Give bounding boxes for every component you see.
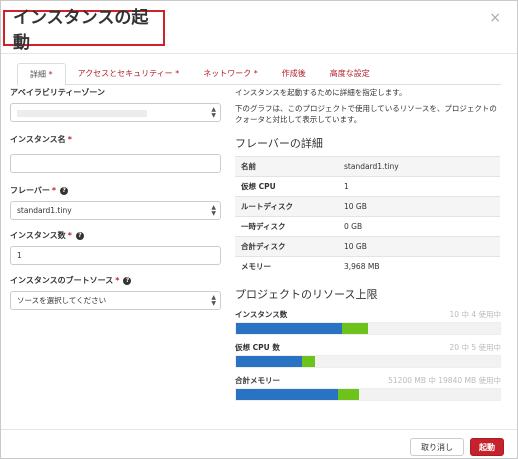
flavor-row-value: 10 GB [338,236,500,257]
flavor-row-key: 仮想 CPU [235,176,338,197]
flavor-select[interactable]: standard1.tiny ▲ ▼ [10,201,221,220]
tab-post-creation[interactable]: 作成後 [270,63,318,85]
dialog-title: インスタンスの起動 [13,8,149,53]
instance-name-input[interactable] [10,154,221,173]
limit-bar-used [236,322,342,334]
flavor-row: 名前 standard1.tiny [235,156,500,177]
limit-usage-text: 20 中 5 使用中 [449,342,501,352]
flavor-row-value: standard1.tiny [338,156,500,177]
instance-count-label: インスタンス数 *? [10,230,222,241]
limit-label: 仮想 CPU 数 [235,342,280,352]
project-limits: インスタンス数 10 中 4 使用中仮想 CPU 数 20 中 5 使用中合計メモリ… [235,309,501,401]
redacted-value [17,110,147,117]
launch-instance-dialog: インスタンスの起動 × 詳細 * アクセスとセキュリティー * ネットワーク *… [0,0,518,459]
header-divider [1,53,517,54]
availability-zone-select[interactable]: ▲ ▼ [10,103,221,122]
tab-access-security[interactable]: アクセスとセキュリティー * [66,63,192,85]
select-arrows-icon: ▲ ▼ [211,106,216,119]
limit-bar [235,321,501,335]
limit-bar-added [338,388,359,400]
flavor-details-table: 名前 standard1.tiny 仮想 CPU 1 ルートディスク 10 GB 一時ディス… [235,156,500,277]
limit-bar [235,387,501,401]
instance-count-input[interactable]: 1 [10,246,221,265]
help-icon[interactable]: ? [75,231,84,240]
details-form: アベイラビリティーゾーン ▲ ▼ インスタンス名 * フレーバー *? standar… [10,87,222,310]
limit-bar-used [236,388,339,400]
tab-bar: 詳細 * アクセスとセキュリティー * ネットワーク * 作成後 高度な設定 [17,63,501,86]
flavor-row-key: 合計ディスク [235,236,338,257]
dialog-title-box: インスタンスの起動 [3,8,165,53]
limit-usage-text: 10 中 4 使用中 [449,309,501,319]
tab-advanced[interactable]: 高度な設定 [318,63,382,85]
info-graph-description: 下のグラフは、このプロジェクトで使用しているリソースを、プロジェクトのクォータと… [235,104,497,124]
tab-details[interactable]: 詳細 * [17,63,66,86]
launch-button[interactable]: 起動 [470,438,504,456]
flavor-row: 一時ディスク 0 GB [235,216,500,237]
limit-bar-added [341,322,368,334]
flavor-row: ルートディスク 10 GB [235,196,500,217]
close-icon[interactable]: × [489,10,501,26]
help-icon[interactable]: ? [60,186,69,195]
limit-bar-added [302,355,316,367]
limit-label: インスタンス数 [235,309,288,319]
flavor-row-value: 1 [338,176,500,197]
flavor-row: メモリー 3,968 MB [235,256,500,277]
boot-source-label: インスタンスのブートソース *? [10,275,222,286]
limit-bar-used [236,355,302,367]
flavor-details-heading: フレーバーの詳細 [235,137,323,150]
tab-network[interactable]: ネットワーク * [191,63,270,85]
limit-row: インスタンス数 10 中 4 使用中 [235,309,501,335]
flavor-row: 仮想 CPU 1 [235,176,500,197]
limit-row: 仮想 CPU 数 20 中 5 使用中 [235,342,501,368]
flavor-row-key: ルートディスク [235,196,338,217]
footer-divider [1,429,517,430]
flavor-row: 合計ディスク 10 GB [235,236,500,257]
flavor-row-value: 3,968 MB [338,256,500,277]
select-arrows-icon: ▲ ▼ [211,204,216,217]
cancel-button[interactable]: 取り消し [410,438,464,456]
limit-label: 合計メモリー [235,375,280,385]
limit-bar [235,354,501,368]
flavor-row-key: メモリー [235,256,338,277]
flavor-label: フレーバー *? [10,185,222,196]
flavor-row-value: 0 GB [338,216,500,237]
help-icon[interactable]: ? [123,276,132,285]
availability-zone-label: アベイラビリティーゾーン [10,88,105,97]
info-panel: インスタンスを起動するために詳細を指定します。 下のグラフは、このプロジェクトで… [235,87,501,401]
limit-row: 合計メモリー 51200 MB 中 19840 MB 使用中 [235,375,501,401]
flavor-row-value: 10 GB [338,196,500,217]
boot-source-select[interactable]: ソースを選択してください ▲ ▼ [10,291,221,310]
limit-usage-text: 51200 MB 中 19840 MB 使用中 [388,375,501,385]
instance-name-label: インスタンス名 * [10,135,72,144]
select-arrows-icon: ▲ ▼ [211,294,216,307]
info-description: インスタンスを起動するために詳細を指定します。 [235,88,407,97]
project-limits-heading: プロジェクトのリソース上限 [235,287,378,301]
flavor-row-key: 名前 [235,156,338,177]
flavor-row-key: 一時ディスク [235,216,338,237]
